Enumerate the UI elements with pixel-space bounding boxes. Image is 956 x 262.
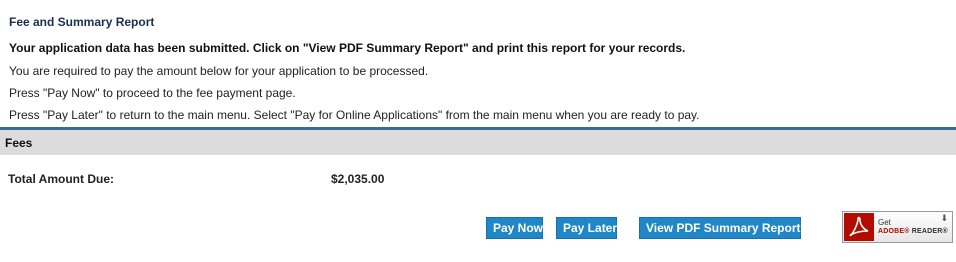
download-arrow-icon: ⬇ (940, 214, 948, 224)
fees-section-header: Fees (0, 130, 956, 155)
total-amount-label: Total Amount Due: (8, 172, 114, 186)
fee-summary-panel: Fee and Summary Report Your application … (0, 0, 956, 262)
submitted-message: Your application data has been submitted… (9, 41, 686, 55)
pay-now-button[interactable]: Pay Now (486, 217, 543, 239)
pay-later-instructions: Press "Pay Later" to return to the main … (9, 108, 700, 122)
adobe-reader-icon (844, 213, 874, 241)
page-title: Fee and Summary Report (9, 15, 155, 29)
adobe-product-text: READER® (911, 228, 948, 235)
view-pdf-summary-button[interactable]: View PDF Summary Report (639, 217, 801, 239)
total-amount-value: $2,035.00 (331, 172, 385, 186)
pay-now-instructions: Press "Pay Now" to proceed to the fee pa… (9, 86, 296, 100)
adobe-brand-text: ADOBE® (878, 228, 910, 235)
pay-later-button[interactable]: Pay Later (556, 217, 617, 239)
adobe-get-text: Get (878, 218, 891, 227)
pay-required-text: You are required to pay the amount below… (9, 64, 429, 78)
adobe-reader-text: ADOBE® READER® (878, 228, 948, 235)
fees-section-label: Fees (5, 136, 33, 150)
get-adobe-reader-badge[interactable]: Get ADOBE® READER® ⬇ (842, 211, 953, 243)
